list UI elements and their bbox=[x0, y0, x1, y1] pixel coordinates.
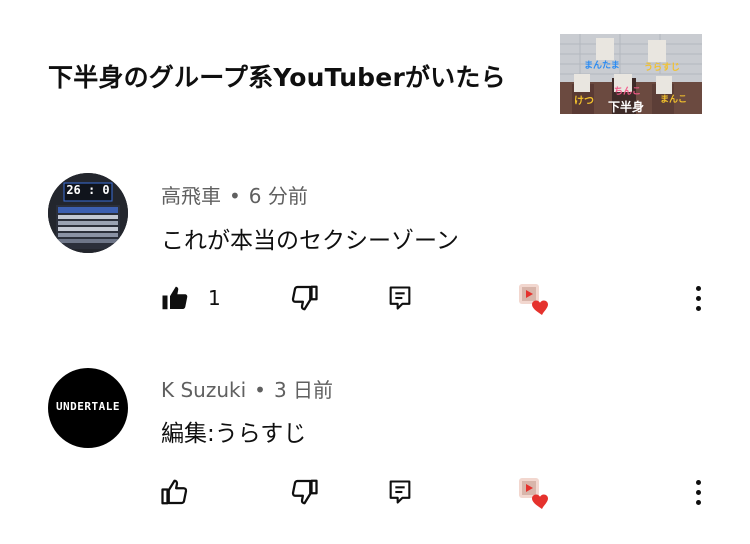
comment-meta: K Suzuki • 3 日前 bbox=[161, 374, 333, 403]
avatar-score: 26 : 0 bbox=[66, 183, 110, 197]
creator-heart-badge[interactable] bbox=[516, 280, 556, 316]
thumbs-up-icon bbox=[160, 283, 190, 313]
dislike-button[interactable] bbox=[289, 280, 319, 316]
creator-heart-icon bbox=[516, 472, 556, 512]
thumbs-up-icon bbox=[160, 477, 190, 507]
more-vertical-icon bbox=[695, 305, 701, 311]
comment-author[interactable]: K Suzuki bbox=[161, 378, 246, 402]
more-vertical-icon bbox=[695, 489, 701, 495]
comment-meta: 高飛車 • 6 分前 bbox=[161, 180, 308, 209]
creator-heart-badge[interactable] bbox=[516, 474, 556, 510]
avatar[interactable]: 26 : 0 bbox=[48, 173, 128, 253]
meta-separator: • bbox=[254, 378, 266, 402]
more-vertical-icon bbox=[695, 479, 701, 485]
creator-heart-icon bbox=[516, 278, 556, 318]
thumbs-down-icon bbox=[289, 283, 319, 313]
like-count: 1 bbox=[208, 286, 221, 310]
like-button[interactable] bbox=[160, 474, 208, 510]
more-options-button[interactable] bbox=[686, 476, 710, 508]
meta-separator: • bbox=[229, 184, 241, 208]
comment-author[interactable]: 高飛車 bbox=[161, 184, 221, 208]
comment-item: UNDERTALE K Suzuki • 3 日前 編集:うらすじ bbox=[0, 0, 750, 509]
reply-comment-icon bbox=[386, 478, 414, 506]
comment-text: これが本当のセクシーゾーン bbox=[161, 228, 459, 254]
reply-button[interactable] bbox=[386, 474, 414, 510]
comment-text: 編集:うらすじ bbox=[161, 421, 307, 447]
more-vertical-icon bbox=[695, 295, 701, 301]
reply-comment-icon bbox=[386, 284, 414, 312]
comment-actions: 1 bbox=[0, 280, 750, 320]
avatar[interactable]: UNDERTALE bbox=[48, 368, 128, 448]
more-vertical-icon bbox=[695, 285, 701, 291]
more-vertical-icon bbox=[695, 499, 701, 505]
avatar-logo: UNDERTALE bbox=[55, 400, 121, 413]
reply-button[interactable] bbox=[386, 280, 414, 316]
more-options-button[interactable] bbox=[686, 282, 710, 314]
like-button[interactable]: 1 bbox=[160, 280, 221, 316]
comment-time: 6 分前 bbox=[248, 184, 308, 208]
dislike-button[interactable] bbox=[289, 474, 319, 510]
comment-actions bbox=[0, 474, 750, 514]
thumbs-down-icon bbox=[289, 477, 319, 507]
comment-time: 3 日前 bbox=[273, 378, 334, 402]
